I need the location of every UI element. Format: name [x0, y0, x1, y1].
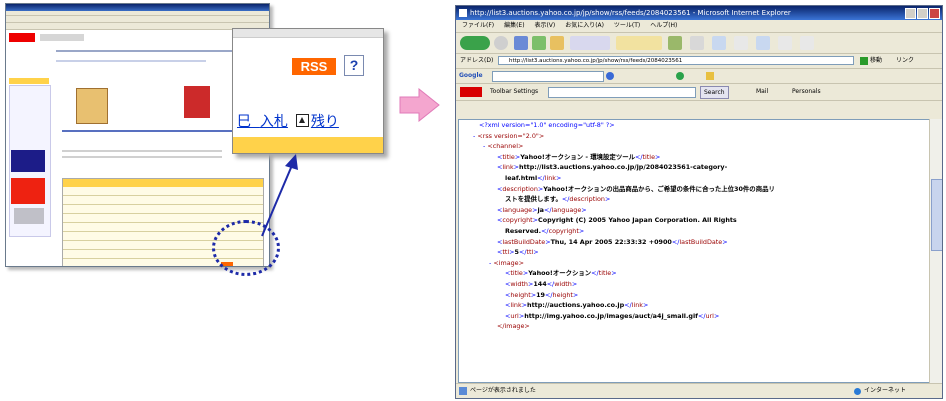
transition-arrow-icon: [399, 88, 440, 122]
xml-copyright: <copyright>Copyright (C) 2005 Yahoo Japa…: [497, 216, 737, 225]
go-icon[interactable]: [860, 57, 868, 65]
menu-file[interactable]: ファイル(F): [462, 22, 494, 29]
media-icon[interactable]: [668, 36, 682, 50]
yahoo-toolbar: Toolbar Settings Search Mail Personals: [456, 84, 942, 101]
toolbar-settings-link[interactable]: Toolbar Settings: [490, 84, 538, 100]
xml-tree: <?xml version="1.0" encoding="utf-8" ?> …: [459, 120, 775, 332]
xml-channel-open[interactable]: - <channel>: [459, 141, 775, 152]
google-search-input[interactable]: [492, 71, 604, 82]
xml-ttl: <ttl>5</ttl>: [497, 248, 539, 257]
messenger-icon[interactable]: [800, 36, 814, 50]
discuss-icon[interactable]: [778, 36, 792, 50]
menu-favorites[interactable]: お気に入り(A): [565, 22, 604, 29]
edit-icon[interactable]: [756, 36, 770, 50]
xml-lastbuilddate: <lastBuildDate>Thu, 14 Apr 2005 22:33:32…: [497, 237, 728, 246]
window-title: http://list3.auctions.yahoo.co.jp/jp/sho…: [470, 9, 791, 17]
yahoo-search-input[interactable]: [548, 87, 696, 98]
xml-copyright-cont: Reserved.</copyright>: [505, 226, 585, 235]
zone-text: インターネット: [864, 387, 907, 394]
xml-language: <language>ja</language>: [497, 205, 587, 214]
stop-icon[interactable]: [514, 36, 528, 50]
menu-view[interactable]: 表示(V): [534, 22, 555, 29]
xml-link: <link>http://list3.auctions.yahoo.co.jp/…: [497, 163, 728, 172]
xml-image-close: </image>: [497, 322, 530, 331]
page-status-icon: [459, 387, 467, 395]
personals-link[interactable]: Personals: [792, 84, 821, 100]
close-icon[interactable]: [929, 8, 940, 19]
minimize-icon[interactable]: [905, 8, 916, 19]
menu-edit[interactable]: 編集(E): [504, 22, 524, 29]
menu-help[interactable]: ヘルプ(H): [650, 22, 677, 29]
standard-toolbar: [456, 33, 942, 54]
google-search-icon[interactable]: [606, 72, 614, 80]
menu-bar: ファイル(F) 編集(E) 表示(V) お気に入り(A) ツール(T) ヘルプ(…: [456, 20, 942, 33]
home-icon[interactable]: [550, 36, 564, 50]
search-button[interactable]: [570, 36, 610, 50]
links-label[interactable]: リンク: [896, 54, 914, 68]
internet-zone-icon: [854, 388, 861, 395]
xml-image-link: <link>http://auctions.yahoo.co.jp</link>: [505, 301, 649, 310]
forward-button[interactable]: [494, 36, 508, 50]
status-text: ページが表示されました: [470, 387, 536, 394]
go-button[interactable]: 移動: [870, 54, 882, 68]
refresh-icon[interactable]: [532, 36, 546, 50]
google-logo: Google: [459, 72, 483, 79]
menu-tools[interactable]: ツール(T): [614, 22, 640, 29]
xml-description-cont: ストを提供します。</description>: [505, 195, 611, 204]
options-icon[interactable]: [706, 72, 714, 80]
google-toolbar: Google: [456, 69, 942, 84]
mail-link[interactable]: Mail: [756, 84, 768, 100]
status-bar: ページが表示されました インターネット: [456, 383, 942, 398]
scrollbar-thumb[interactable]: [931, 179, 942, 251]
address-label: アドレス(D): [460, 57, 494, 64]
address-bar: アドレス(D) http://list3.auctions.yahoo.co.j…: [456, 54, 942, 69]
address-input[interactable]: http://list3.auctions.yahoo.co.jp/jp/sho…: [498, 56, 854, 65]
browser-window: http://list3.auctions.yahoo.co.jp/jp/sho…: [455, 5, 943, 399]
xml-link-cont: leaf.html</link>: [505, 173, 562, 182]
back-button[interactable]: [460, 36, 490, 50]
xml-image-width: <width>144</width>: [505, 279, 578, 288]
xml-title: <title>Yahoo!オークション - 環境設定ツール</title>: [497, 152, 661, 161]
xml-image-open[interactable]: - <image>: [459, 258, 775, 269]
favorites-button[interactable]: [616, 36, 662, 50]
yahoo-search-button[interactable]: Search: [700, 86, 729, 99]
xml-description: <description>Yahoo!オークションの出品商品から、ご希望の条件に…: [497, 184, 775, 193]
xml-rss-open[interactable]: - <rss version="2.0">: [459, 131, 775, 142]
xml-image-title: <title>Yahoo!オークション</title>: [505, 269, 617, 278]
xml-image-height: <height>19</height>: [505, 290, 579, 299]
pagerank-icon[interactable]: [676, 72, 684, 80]
mail-icon[interactable]: [712, 36, 726, 50]
history-icon[interactable]: [690, 36, 704, 50]
xml-image-url: <url>http://img.yahoo.co.jp/images/auct/…: [505, 311, 720, 320]
vertical-scrollbar[interactable]: [929, 119, 942, 383]
yahoo-logo: [460, 87, 482, 97]
xml-content-pane: <?xml version="1.0" encoding="utf-8" ?> …: [458, 119, 930, 383]
print-icon[interactable]: [734, 36, 748, 50]
ie-icon: [459, 9, 467, 17]
window-title-bar: http://list3.auctions.yahoo.co.jp/jp/sho…: [456, 6, 942, 20]
xml-declaration: <?xml version="1.0" encoding="utf-8" ?>: [479, 121, 615, 129]
maximize-icon[interactable]: [917, 8, 928, 19]
